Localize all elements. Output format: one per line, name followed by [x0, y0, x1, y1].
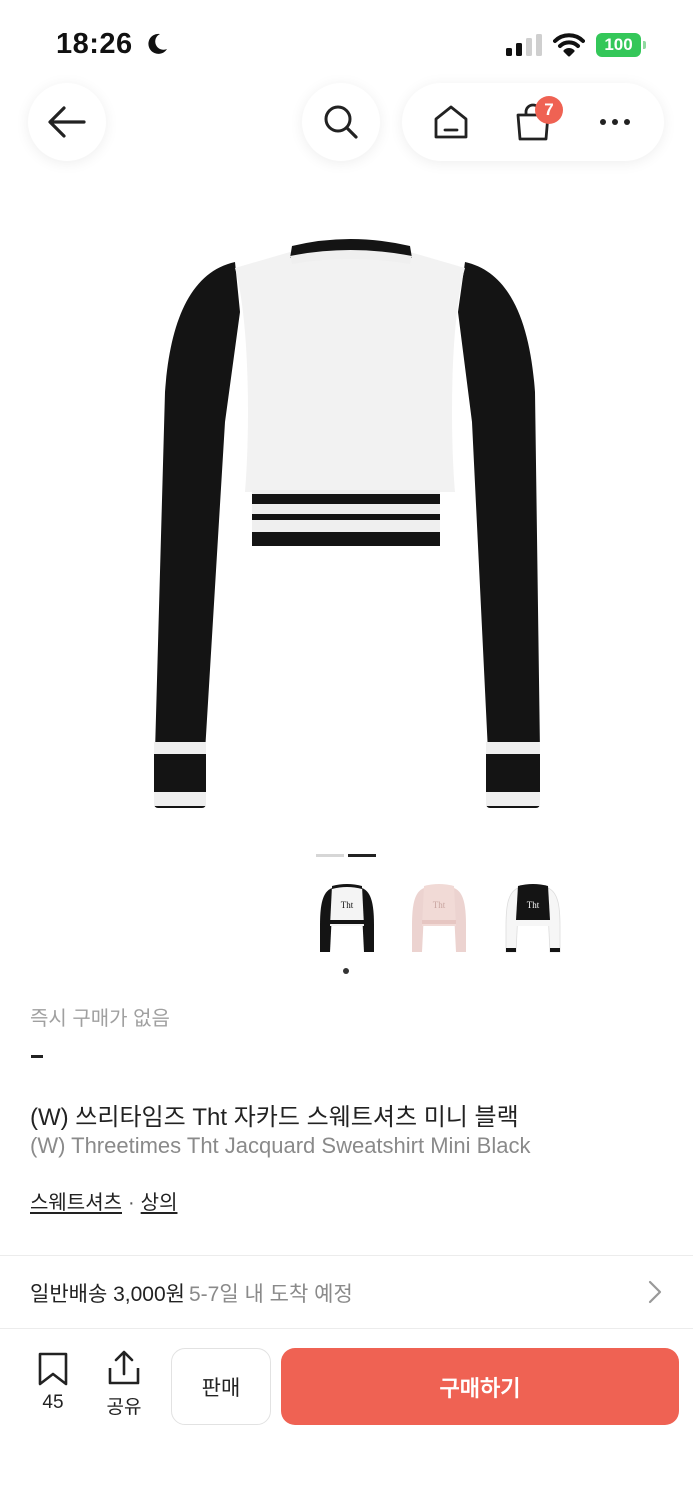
sell-button[interactable]: 판매 — [171, 1348, 271, 1425]
price-value — [31, 1055, 43, 1058]
thumbnail-pink[interactable]: Tht — [404, 876, 474, 962]
selected-thumbnail-indicator — [343, 968, 349, 974]
shipping-row[interactable]: 일반배송 3,000원 5-7일 내 도착 예정 — [0, 1256, 693, 1326]
signal-icon — [506, 34, 542, 61]
shipping-label: 일반배송 3,000원 — [30, 1283, 185, 1306]
shipping-info: 일반배송 3,000원 5-7일 내 도착 예정 — [30, 1278, 353, 1308]
product-title-ko: (W) 쓰리타임즈 Tht 자카드 스웨트셔츠 미니 블랙 — [30, 1104, 519, 1131]
product-title-en: (W) Threetimes Tht Jacquard Sweatshirt M… — [30, 1133, 531, 1158]
battery-icon: 100 — [596, 33, 646, 57]
instant-buy-label: 즉시 구매가 없음 — [30, 1008, 170, 1030]
category-link-top[interactable]: 상의 — [141, 1192, 178, 1214]
back-button[interactable] — [28, 83, 106, 161]
chevron-right-icon — [648, 1280, 662, 1309]
color-thumbnails: Tht Tht Tht — [312, 876, 568, 966]
nav-actions: 7 — [402, 83, 664, 161]
buy-button[interactable]: 구매하기 — [281, 1348, 679, 1425]
category-separator: · — [128, 1192, 135, 1214]
svg-text:Tht: Tht — [527, 900, 540, 910]
bookmark-icon — [38, 1352, 68, 1391]
divider — [0, 1328, 693, 1329]
cart-button[interactable]: 7 — [503, 92, 563, 152]
home-icon — [434, 105, 468, 139]
battery-tip — [643, 41, 646, 49]
more-button[interactable] — [585, 92, 645, 152]
share-icon — [106, 1350, 142, 1391]
share-label: 공유 — [106, 1397, 142, 1418]
svg-text:Tht: Tht — [341, 900, 354, 910]
battery-level: 100 — [604, 35, 633, 54]
moon-icon — [146, 32, 168, 61]
thumbnail-black[interactable]: Tht — [312, 876, 382, 962]
status-time: 18:26 — [56, 28, 133, 60]
bottom-action-bar: 45 공유 판매 구매하기 — [0, 1330, 693, 1500]
bookmark-count: 45 — [42, 1392, 64, 1413]
category-links: 스웨트셔츠 · 상의 — [30, 1186, 177, 1215]
search-button[interactable] — [302, 83, 380, 161]
more-icon — [600, 119, 630, 125]
shipping-eta: 5-7일 내 도착 예정 — [189, 1283, 353, 1306]
cart-badge: 7 — [535, 96, 563, 124]
thumbnail-white[interactable]: Tht — [498, 876, 568, 962]
pager-segment — [316, 854, 344, 857]
back-arrow-icon — [48, 106, 86, 138]
category-link-sweatshirt[interactable]: 스웨트셔츠 — [30, 1192, 122, 1214]
wifi-icon — [553, 31, 585, 62]
image-pager — [316, 854, 376, 858]
product-image[interactable] — [120, 232, 580, 822]
search-icon — [324, 105, 358, 139]
svg-text:Tht: Tht — [433, 900, 446, 910]
status-bar: 18:26 100 — [0, 0, 693, 84]
home-button[interactable] — [421, 92, 481, 152]
pager-segment-active — [348, 854, 376, 857]
